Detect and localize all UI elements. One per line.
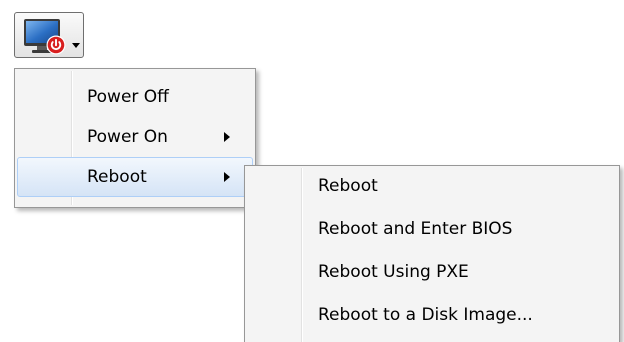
menu-item-label: Reboot Using PXE: [318, 262, 469, 282]
monitor-power-icon: [24, 19, 66, 55]
menu-item-label: Reboot to a Disk Image...: [318, 305, 533, 325]
submenu-arrow-icon: [224, 132, 230, 142]
menu-item-reboot[interactable]: Reboot: [17, 157, 253, 197]
chevron-down-icon: [72, 43, 80, 48]
menu-item-label: Power Off: [87, 87, 169, 107]
power-options-button[interactable]: [14, 12, 84, 58]
menu-item-label: Reboot: [318, 176, 378, 196]
menu-item-reboot-to-disk-image[interactable]: Reboot to a Disk Image...: [247, 295, 617, 335]
menu-item-power-on[interactable]: Power On: [17, 117, 253, 157]
reboot-submenu: Reboot Reboot and Enter BIOS Reboot Usin…: [244, 165, 620, 342]
menu-item-label: Power On: [87, 127, 168, 147]
menu-item-power-off[interactable]: Power Off: [17, 77, 253, 117]
submenu-arrow-icon: [224, 172, 230, 182]
menu-item-label: Reboot: [87, 167, 147, 187]
menu-item-reboot-now[interactable]: Reboot: [247, 166, 617, 206]
menu-item-label: Reboot and Enter BIOS: [318, 219, 513, 239]
menu-item-reboot-enter-bios[interactable]: Reboot and Enter BIOS: [247, 209, 617, 249]
power-menu: Power Off Power On Reboot: [14, 68, 256, 208]
menu-item-reboot-using-pxe[interactable]: Reboot Using PXE: [247, 252, 617, 292]
